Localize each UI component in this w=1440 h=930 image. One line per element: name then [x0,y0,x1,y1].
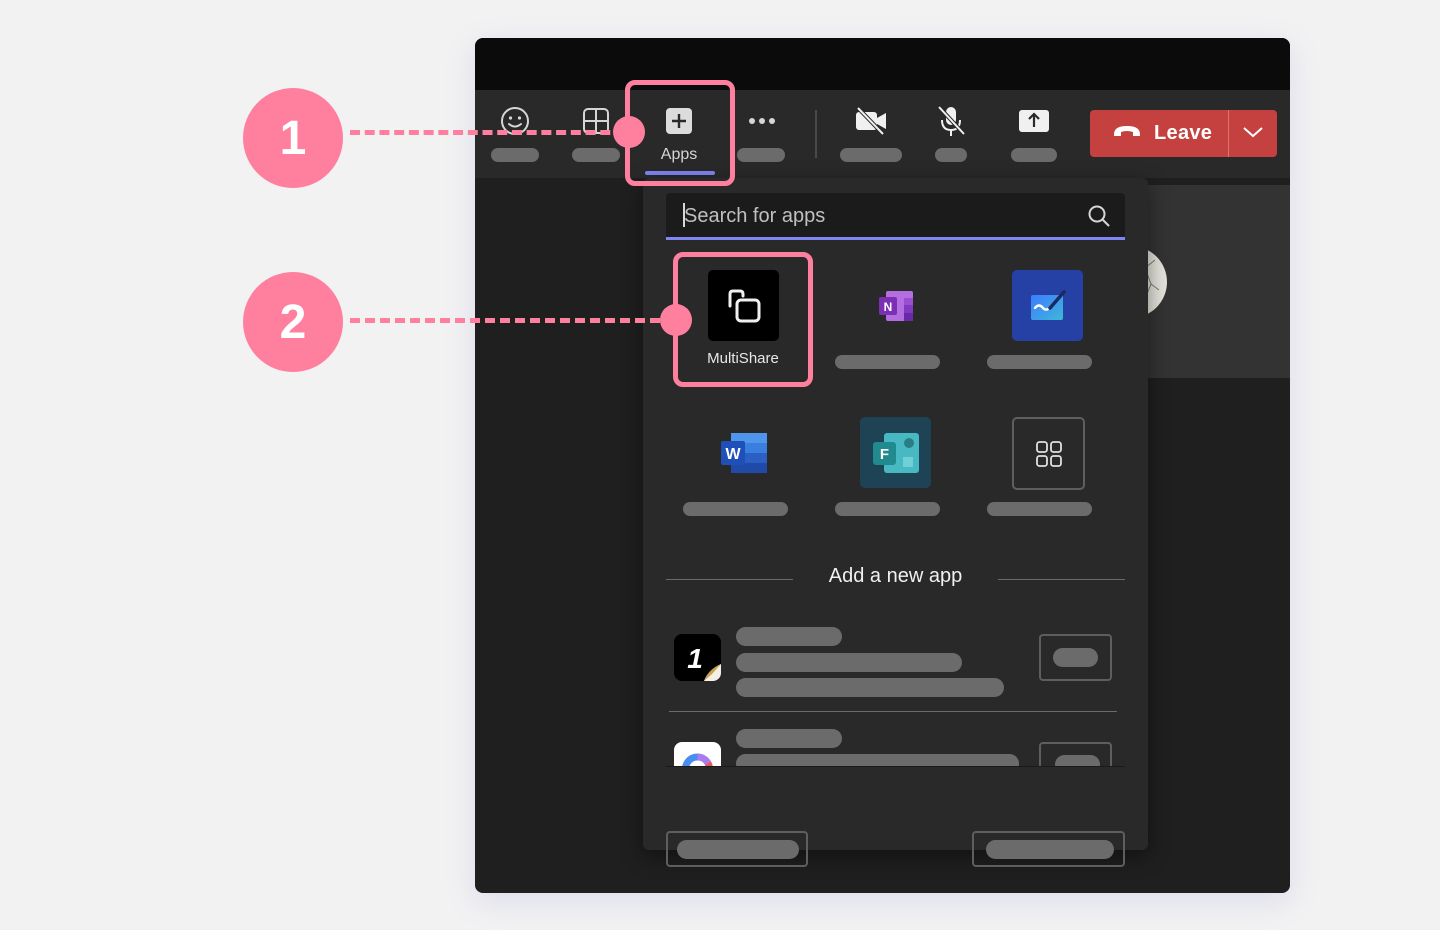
1password-icon: 1 [674,634,721,681]
leave-options-button[interactable] [1229,110,1277,157]
camera-button[interactable] [840,90,902,178]
label-placeholder [1011,148,1057,162]
app-name-placeholder [736,729,842,748]
app-label-placeholder [683,502,788,516]
more-icon [745,104,779,138]
button-label-placeholder [986,840,1114,859]
onenote-icon: N [860,270,931,341]
new-apps-list: 1 [643,608,1148,766]
participant-video-tile [1147,185,1290,378]
chevron-down-icon [1242,125,1264,143]
section-divider-right [998,579,1125,580]
leave-label: Leave [1154,122,1213,144]
app-tile-whiteboard[interactable] [977,270,1117,410]
annotation-connector-1 [350,130,625,135]
list-item[interactable]: 1 [643,608,1148,708]
more-button[interactable] [737,90,787,178]
app-tile-word[interactable]: W [673,417,813,557]
share-screen-icon [1017,104,1051,138]
forms-icon: F [860,417,931,488]
mic-off-icon [934,104,968,138]
add-app-button[interactable] [1039,742,1112,766]
title-bar [475,38,1290,90]
search-icon[interactable] [1087,204,1111,228]
toolbar-separator [815,110,817,158]
app-desc-placeholder [736,678,1004,697]
footer-left-button[interactable] [666,831,808,867]
app-label-placeholder [835,502,940,516]
app-label-placeholder [987,355,1092,369]
label-placeholder [572,148,620,162]
list-bottom-divider [666,766,1125,767]
svg-text:1: 1 [687,643,703,674]
search-box [666,193,1125,240]
app-tile-more-apps[interactable] [977,417,1117,557]
more-apps-icon [1012,417,1085,490]
label-placeholder [935,148,967,162]
share-button[interactable] [1011,90,1057,178]
app-tile-forms[interactable]: F [825,417,965,557]
button-label-placeholder [1053,648,1098,667]
button-label-placeholder [677,840,799,859]
app-label-placeholder [987,502,1092,516]
add-new-app-heading: Add a new app [828,565,963,587]
leave-button-group: Leave [1090,110,1277,157]
chart-app-icon [674,742,721,766]
word-icon: W [708,417,779,488]
text-caret [683,203,685,227]
annotation-badge-1: 1 [243,88,343,188]
mic-button[interactable] [935,90,967,178]
whiteboard-icon [1012,270,1083,341]
list-item[interactable] [643,712,1148,766]
search-input[interactable] [682,193,1086,239]
teams-meeting-window: Apps Leave Search for apps MultiShare N … [475,38,1290,893]
app-desc-placeholder [736,653,962,672]
app-label-placeholder [835,355,940,369]
annotation-badge-2: 2 [243,272,343,372]
app-desc-placeholder [736,754,1019,766]
svg-text:F: F [879,446,888,463]
footer-right-button[interactable] [972,831,1125,867]
svg-text:N: N [883,300,892,314]
add-app-button[interactable] [1039,634,1112,681]
label-placeholder [840,148,902,162]
app-tile-onenote[interactable]: N [825,270,965,410]
annotation-connector-2 [350,318,675,323]
svg-text:W: W [725,446,741,463]
camera-off-icon [854,104,888,138]
app-name-placeholder [736,627,842,646]
hang-up-icon [1112,124,1142,143]
button-label-placeholder [1055,755,1100,766]
label-placeholder [737,148,785,162]
leave-button[interactable]: Leave [1090,110,1228,157]
annotation-anchor-2 [660,304,692,336]
annotation-anchor-1 [613,116,645,148]
label-placeholder [491,148,539,162]
annotation-highlight-multishare [673,252,813,387]
